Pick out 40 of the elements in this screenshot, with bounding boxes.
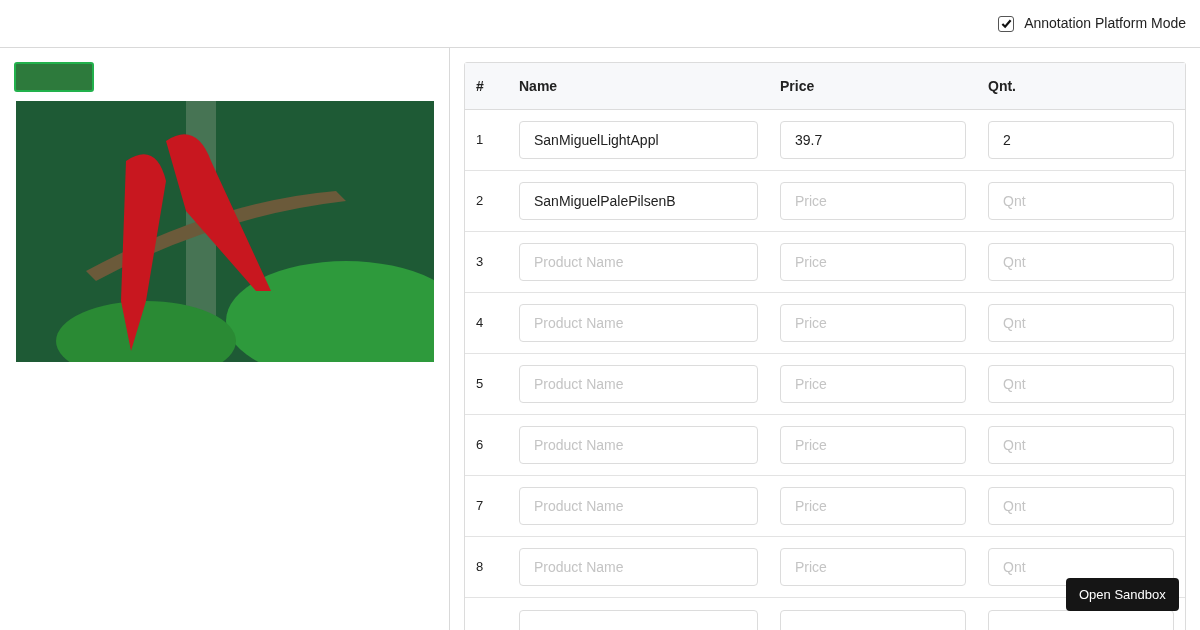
text-input-field[interactable]: Product Name: [519, 243, 758, 281]
text-input-field[interactable]: SanMiguelPalePilsenB: [519, 182, 758, 220]
text-input-field[interactable]: Price: [780, 487, 966, 525]
column-header: Name: [519, 76, 559, 96]
text-input-field[interactable]: SanMiguelLightAppl: [519, 121, 758, 159]
column-header: Qnt.: [988, 76, 1016, 96]
text-input-field[interactable]: Product Name: [519, 487, 758, 525]
text-input-field[interactable]: Price: [780, 243, 966, 281]
text-input-field[interactable]: Qnt: [988, 426, 1174, 464]
row-number: 6: [475, 436, 485, 455]
text-input-field[interactable]: Price: [780, 182, 966, 220]
row-number: 4: [475, 314, 485, 333]
text-input-field[interactable]: Qnt: [988, 365, 1174, 403]
column-header: #: [475, 76, 485, 96]
image-thumbnail[interactable]: [14, 62, 94, 92]
text-input-field[interactable]: Qnt: [988, 304, 1174, 342]
open-sandbox-tooltip[interactable]: Open Sandbox: [1066, 578, 1179, 611]
text-input-field[interactable]: Price: [780, 548, 966, 586]
row-number: 1: [475, 131, 485, 150]
checkbox[interactable]: [998, 15, 1015, 32]
text-input-field[interactable]: Price: [780, 365, 966, 403]
text-input-field[interactable]: 2: [988, 121, 1174, 159]
checkbox-label: Annotation Platform Mode: [1024, 14, 1186, 33]
row-number: 2: [475, 192, 485, 211]
row-number: 7: [475, 497, 485, 516]
text-input-field[interactable]: Qnt: [988, 487, 1174, 525]
text-input-field[interactable]: Product Name: [519, 426, 758, 464]
checkmark-icon: [1000, 18, 1012, 29]
text-input-field[interactable]: Price: [780, 304, 966, 342]
text-input-field[interactable]: Product Name: [519, 304, 758, 342]
text-input-field[interactable]: Qnt: [988, 243, 1174, 281]
column-header: Price: [780, 76, 816, 96]
text-input-field[interactable]: Product Name: [519, 548, 758, 586]
text-input-field[interactable]: Qnt: [988, 182, 1174, 220]
row-number: 5: [475, 375, 485, 394]
row-number: 3: [475, 253, 485, 272]
text-input-field[interactable]: Price: [780, 426, 966, 464]
row-number: 8: [475, 558, 485, 577]
text-input-field[interactable]: 39.7: [780, 121, 966, 159]
text-input-field[interactable]: Product Name: [519, 365, 758, 403]
